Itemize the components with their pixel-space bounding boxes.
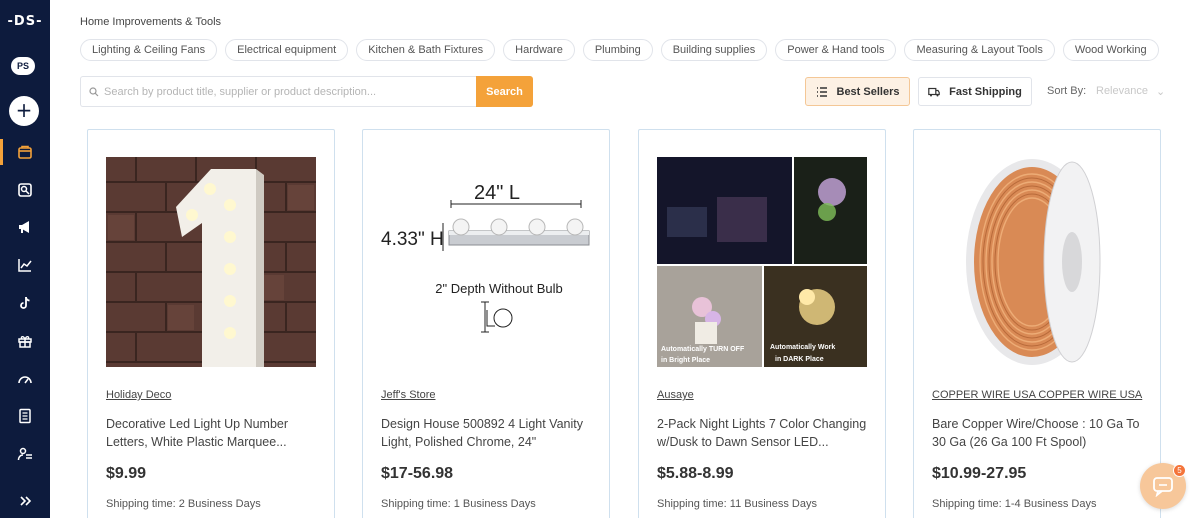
catalog-icon xyxy=(18,183,32,197)
sidebar-item-tiktok[interactable] xyxy=(0,288,50,318)
sort-select[interactable]: Relevance ⌄ xyxy=(1096,85,1165,98)
sort-value: Relevance xyxy=(1096,85,1148,97)
product-title[interactable]: Design House 500892 4 Light Vanity Light… xyxy=(381,415,596,451)
store-icon xyxy=(18,145,32,159)
search-input[interactable] xyxy=(104,85,464,98)
breadcrumb: Home Improvements & Tools xyxy=(80,16,222,28)
tiktok-icon xyxy=(20,296,30,309)
supplier-link[interactable]: COPPER WIRE USA COPPER WIRE USA xyxy=(932,389,1142,401)
gift-box-icon xyxy=(18,336,32,348)
list-icon xyxy=(816,86,827,97)
product-card[interactable]: COPPER WIRE USA COPPER WIRE USA Bare Cop… xyxy=(913,129,1161,518)
product-title[interactable]: Bare Copper Wire/Choose : 10 Ga To 30 Ga… xyxy=(932,415,1147,451)
category-chip[interactable]: Measuring & Layout Tools xyxy=(904,39,1055,61)
chevron-down-icon: ⌄ xyxy=(1155,86,1166,98)
product-price: $5.88-8.99 xyxy=(657,465,734,482)
shipping-time: Shipping time: 11 Business Days xyxy=(657,498,817,510)
category-chip[interactable]: Power & Hand tools xyxy=(775,39,897,61)
truck-icon xyxy=(928,87,940,96)
category-chips: Lighting & Ceiling Fans Electrical equip… xyxy=(80,39,1159,61)
product-card[interactable]: Automatically TURN OFF in Bright Place A… xyxy=(638,129,886,518)
dimension-width-label: 24" L xyxy=(474,182,520,204)
notification-badge: 5 xyxy=(1173,464,1186,477)
sidebar-expand-toggle[interactable] xyxy=(0,486,50,516)
search-icon xyxy=(89,86,99,96)
fast-shipping-label: Fast Shipping xyxy=(949,85,1022,98)
product-price: $9.99 xyxy=(106,465,147,482)
best-sellers-filter-button[interactable]: Best Sellers xyxy=(805,77,910,106)
image-caption: Automatically Work xyxy=(770,344,835,351)
dimension-height-label: 4.33" H xyxy=(381,229,444,250)
product-card[interactable]: 24" L 4.33" H 2" Depth Without Bulb Jeff… xyxy=(362,129,610,518)
double-chevron-right-icon xyxy=(20,496,32,506)
image-caption: Automatically TURN OFF xyxy=(661,346,745,353)
category-chip[interactable]: Building supplies xyxy=(660,39,768,61)
sidebar-item-team[interactable] xyxy=(0,439,50,469)
search-button[interactable]: Search xyxy=(476,76,533,107)
category-chip[interactable]: Plumbing xyxy=(582,39,653,61)
supplier-link[interactable]: Jeff's Store xyxy=(381,389,435,401)
app-logo[interactable]: -DS- xyxy=(0,14,50,29)
product-image[interactable] xyxy=(932,157,1142,367)
sidebar: -DS- PS + xyxy=(0,0,50,518)
product-image[interactable] xyxy=(106,157,316,367)
sidebar-item-marketing[interactable] xyxy=(0,212,50,242)
document-icon xyxy=(19,408,31,424)
dimension-depth-label: 2" Depth Without Bulb xyxy=(435,281,562,296)
product-image[interactable]: 24" L 4.33" H 2" Depth Without Bulb xyxy=(381,157,591,367)
sidebar-item-catalog[interactable] xyxy=(0,175,50,205)
category-chip[interactable]: Kitchen & Bath Fixtures xyxy=(356,39,496,61)
shipping-time: Shipping time: 1 Business Days xyxy=(381,498,536,510)
sidebar-item-analytics[interactable] xyxy=(0,250,50,280)
product-price: $10.99-27.95 xyxy=(932,465,1027,482)
image-caption: in Bright Place xyxy=(661,357,710,364)
sidebar-item-documents[interactable] xyxy=(0,401,50,431)
team-icon xyxy=(17,447,32,461)
category-chip[interactable]: Wood Working xyxy=(1062,39,1159,61)
supplier-link[interactable]: Ausaye xyxy=(657,389,694,401)
product-title[interactable]: Decorative Led Light Up Number Letters, … xyxy=(106,415,321,451)
chat-bubble-icon xyxy=(1153,477,1173,497)
product-price: $17-56.98 xyxy=(381,465,454,482)
shipping-time: Shipping time: 2 Business Days xyxy=(106,498,261,510)
category-chip[interactable]: Lighting & Ceiling Fans xyxy=(80,39,218,61)
supplier-link[interactable]: Holiday Deco xyxy=(106,389,171,401)
product-card[interactable]: Holiday Deco Decorative Led Light Up Num… xyxy=(87,129,335,518)
sidebar-item-gifts[interactable] xyxy=(0,326,50,356)
category-chip[interactable]: Hardware xyxy=(503,39,575,61)
best-sellers-label: Best Sellers xyxy=(836,85,900,98)
analytics-icon xyxy=(18,259,32,272)
search-box xyxy=(80,76,476,107)
product-image[interactable]: Automatically TURN OFF in Bright Place A… xyxy=(657,157,867,367)
sidebar-item-performance[interactable] xyxy=(0,364,50,394)
megaphone-icon xyxy=(19,221,29,233)
shipping-time: Shipping time: 1-4 Business Days xyxy=(932,498,1097,510)
sidebar-item-store[interactable] xyxy=(0,137,50,167)
fast-shipping-filter-button[interactable]: Fast Shipping xyxy=(918,77,1032,106)
product-title[interactable]: 2-Pack Night Lights 7 Color Changing w/D… xyxy=(657,415,872,451)
category-chip[interactable]: Electrical equipment xyxy=(225,39,349,61)
speedometer-icon xyxy=(18,376,32,384)
store-switcher-badge[interactable]: PS xyxy=(11,57,35,75)
image-caption: in DARK Place xyxy=(775,356,824,363)
add-button[interactable]: + xyxy=(9,96,39,126)
sort-label: Sort By: xyxy=(1047,85,1087,97)
